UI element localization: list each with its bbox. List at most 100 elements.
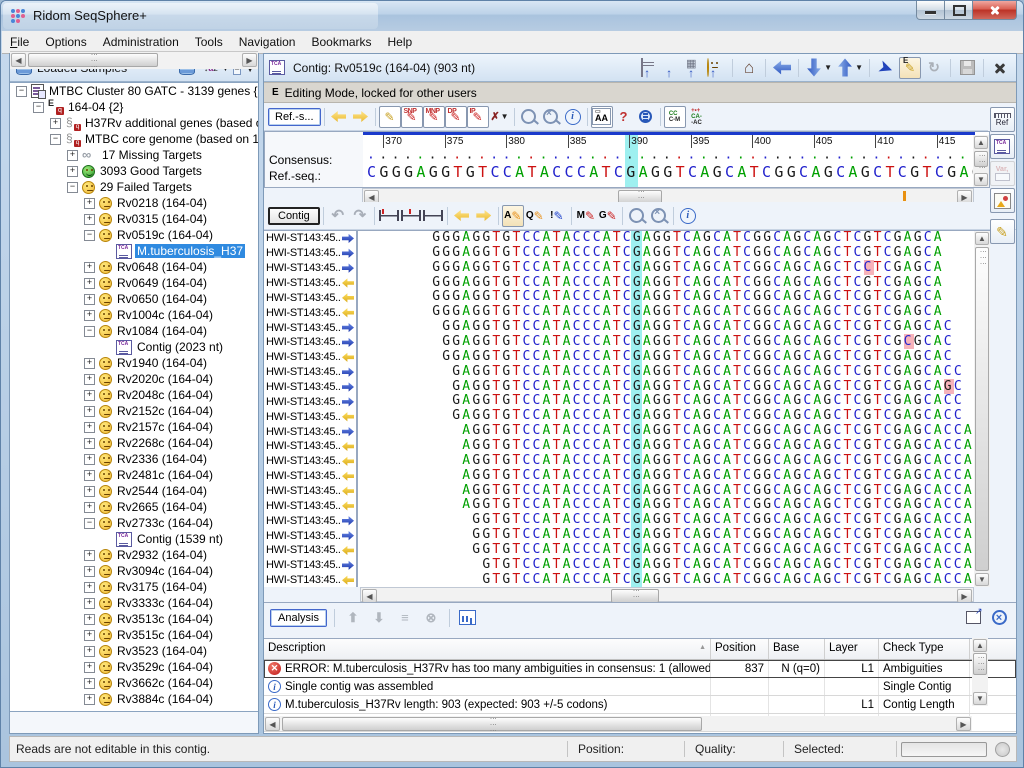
read-row-sequence[interactable]: AGGTGTCCATACCCATCGAGGTCAGCATCGGCAGCAGCTC… — [360, 454, 974, 469]
read-row-name[interactable]: HWI-ST143:45.. — [264, 528, 356, 543]
menu-item-administration[interactable]: Administration — [95, 31, 187, 53]
alignment-gap-icon[interactable]: +•+CA--AC — [686, 106, 708, 128]
expand-icon[interactable]: + — [84, 278, 95, 289]
tree-item[interactable]: −29 Failed Targets — [10, 179, 258, 195]
read-row-name[interactable]: HWI-ST143:45.. — [264, 558, 356, 573]
blast-globe-icon[interactable] — [635, 106, 657, 128]
expand-icon[interactable]: + — [84, 438, 95, 449]
trim-left-icon[interactable] — [378, 205, 400, 227]
prev-disagreement-icon[interactable] — [451, 205, 473, 227]
read-row-name[interactable]: HWI-ST143:45.. — [264, 365, 356, 380]
analysis-horizontal-scrollbar[interactable]: ◀ ▶ — [264, 716, 972, 731]
read-row-sequence[interactable]: GGTGTCCATACCCATCGAGGTCAGCATCGGCAGCAGCTCG… — [360, 528, 974, 543]
contig-view-button[interactable] — [990, 134, 1015, 159]
read-row-name[interactable]: HWI-ST143:45.. — [264, 231, 356, 246]
read-row-sequence[interactable]: GGAGGTGTCCATACCCATCGAGGTCAGCATCGGCAGCAGC… — [360, 320, 974, 335]
collapse-icon[interactable]: − — [67, 182, 78, 193]
tree-item[interactable]: −Rv2733c (164-04) — [10, 515, 258, 531]
quality-pencil-icon[interactable]: Q✎ — [524, 205, 546, 227]
delete-variant-icon[interactable]: ✗▼ — [489, 106, 511, 128]
tree-item[interactable]: +3093 Good Targets — [10, 163, 258, 179]
snp-pencil-icon[interactable]: SNP✎ — [401, 106, 423, 128]
analysis-table-header[interactable]: Description▲PositionBaseLayerCheck Type — [264, 639, 1016, 660]
tree-item[interactable]: +Rv2665 (164-04) — [10, 499, 258, 515]
expand-icon[interactable]: + — [84, 310, 95, 321]
menu-item-file[interactable]: File — [2, 31, 37, 53]
tree-item[interactable]: +Rv3513c (164-04) — [10, 611, 258, 627]
read-row-sequence[interactable]: GGTGTCCATACCCATCGAGGTCAGCATCGGCAGCAGCTCG… — [360, 543, 974, 558]
zoom-out-icon[interactable] — [540, 106, 562, 128]
read-row-name[interactable]: HWI-ST143:45.. — [264, 380, 356, 395]
amino-acid-icon[interactable]: AA — [591, 106, 613, 128]
expand-icon[interactable]: + — [84, 294, 95, 305]
tree-item[interactable]: +Rv3515c (164-04) — [10, 627, 258, 643]
info-icon[interactable]: i — [562, 106, 584, 128]
disagreement-pencil-icon[interactable]: !✎ — [546, 205, 568, 227]
titlebar[interactable]: Ridom SeqSphere+ — [1, 1, 1023, 31]
tree-item[interactable]: +Rv3523 (164-04) — [10, 643, 258, 659]
tree-item[interactable]: +Rv0650 (164-04) — [10, 291, 258, 307]
expand-icon[interactable]: + — [84, 694, 95, 705]
tree-item[interactable]: −164-04 {2} — [10, 99, 258, 115]
expand-icon[interactable]: + — [84, 198, 95, 209]
collapse-icon[interactable]: − — [84, 230, 95, 241]
trim-right-icon[interactable] — [400, 205, 422, 227]
read-row-name[interactable]: HWI-ST143:45.. — [264, 290, 356, 305]
collapse-icon[interactable]: − — [16, 86, 27, 97]
column-header-position[interactable]: Position — [711, 639, 769, 659]
read-row-sequence[interactable]: AGGTGTCCATACCCATCGAGGTCAGCATCGGCAGCAGCTC… — [360, 484, 974, 499]
menu-item-bookmarks[interactable]: Bookmarks — [303, 31, 379, 53]
analysis-row[interactable]: ✕ERROR: M.tuberculosis_H37Rv has too man… — [264, 660, 1016, 678]
expand-icon[interactable]: + — [84, 646, 95, 657]
tree-item[interactable]: +Rv1004c (164-04) — [10, 307, 258, 323]
tree-item[interactable]: +Rv0315 (164-04) — [10, 211, 258, 227]
read-row-name[interactable]: HWI-ST143:45.. — [264, 543, 356, 558]
menu-item-help[interactable]: Help — [380, 31, 421, 53]
tree-item[interactable]: +Rv2481c (164-04) — [10, 467, 258, 483]
read-row-name[interactable]: HWI-ST143:45.. — [264, 261, 356, 276]
tree-item[interactable]: +Rv3094c (164-04) — [10, 563, 258, 579]
prev-diff-icon[interactable] — [328, 106, 350, 128]
tree-item[interactable]: −MTBC core genome (based on 12 ge — [10, 131, 258, 147]
read-row-sequence[interactable]: GGAGGTGTCCATACCCATCGAGGTCAGCATCGGCAGCAGC… — [360, 335, 974, 350]
expand-icon[interactable]: + — [84, 630, 95, 641]
refresh-icon[interactable]: ↻ — [923, 57, 945, 79]
column-header-layer[interactable]: Layer — [825, 639, 879, 659]
expand-icon[interactable]: + — [84, 582, 95, 593]
read-row-sequence[interactable]: GTGTCCATACCCATCGAGGTCAGCATCGGCAGCAGCTCGT… — [360, 573, 974, 587]
read-row-name[interactable]: HWI-ST143:45.. — [264, 305, 356, 320]
contig-zoom-in-icon[interactable] — [626, 205, 648, 227]
read-sequence-area[interactable]: GGGAGGTGTCCATACCCATCGAGGTCAGCATCGGCAGCAG… — [360, 231, 974, 587]
tree-item[interactable]: +Rv2048c (164-04) — [10, 387, 258, 403]
variant-view-button[interactable]: Var, — [990, 161, 1015, 186]
tree-item[interactable]: +Rv2544 (164-04) — [10, 483, 258, 499]
next-disagreement-icon[interactable] — [473, 205, 495, 227]
mnp-pencil-icon[interactable]: MNP✎ — [423, 106, 445, 128]
editing-mode-icon[interactable]: E✎ — [899, 57, 921, 79]
read-row-sequence[interactable]: GGGAGGTGTCCATACCCATCGAGGTCAGCATCGGCAGCAG… — [360, 290, 974, 305]
expand-icon[interactable]: + — [84, 390, 95, 401]
analysis-row[interactable]: iSingle contig was assembledSingle Conti… — [264, 678, 1016, 696]
consensus-compare-icon[interactable]: CCC-M — [664, 106, 686, 128]
tree-item[interactable]: +Rv2157c (164-04) — [10, 419, 258, 435]
read-row-name[interactable]: HWI-ST143:45.. — [264, 513, 356, 528]
tree-horizontal-scrollbar[interactable]: ◀ ▶ — [10, 51, 258, 69]
read-row-sequence[interactable]: AGGTGTCCATACCCATCGAGGTCAGCATCGGCAGCAGCTC… — [360, 498, 974, 513]
tree-item[interactable]: +Rv3175 (164-04) — [10, 579, 258, 595]
read-row-name[interactable]: HWI-ST143:45.. — [264, 454, 356, 469]
undo-icon[interactable]: ↶ — [327, 205, 349, 227]
tree-item[interactable]: +Rv3529c (164-04) — [10, 659, 258, 675]
menu-item-tools[interactable]: Tools — [187, 31, 231, 53]
expand-icon[interactable]: + — [50, 118, 61, 129]
dp-pencil-icon[interactable]: DP✎ — [445, 106, 467, 128]
tree-item[interactable]: M.tuberculosis_H37 — [10, 243, 258, 259]
read-row-sequence[interactable]: GGTGTCCATACCCATCGAGGTCAGCATCGGCAGCAGCTCG… — [360, 513, 974, 528]
close-analysis-icon[interactable]: × — [988, 607, 1010, 629]
collapse-icon[interactable]: − — [50, 134, 61, 145]
zoom-in-icon[interactable] — [518, 106, 540, 128]
tree-item[interactable]: +17 Missing Targets — [10, 147, 258, 163]
analysis-button[interactable]: Analysis — [270, 609, 327, 627]
expand-icon[interactable]: + — [67, 166, 78, 177]
read-row-sequence[interactable]: GGAGGTGTCCATACCCATCGAGGTCAGCATCGGCAGCAGC… — [360, 350, 974, 365]
popout-icon[interactable] — [962, 607, 984, 629]
